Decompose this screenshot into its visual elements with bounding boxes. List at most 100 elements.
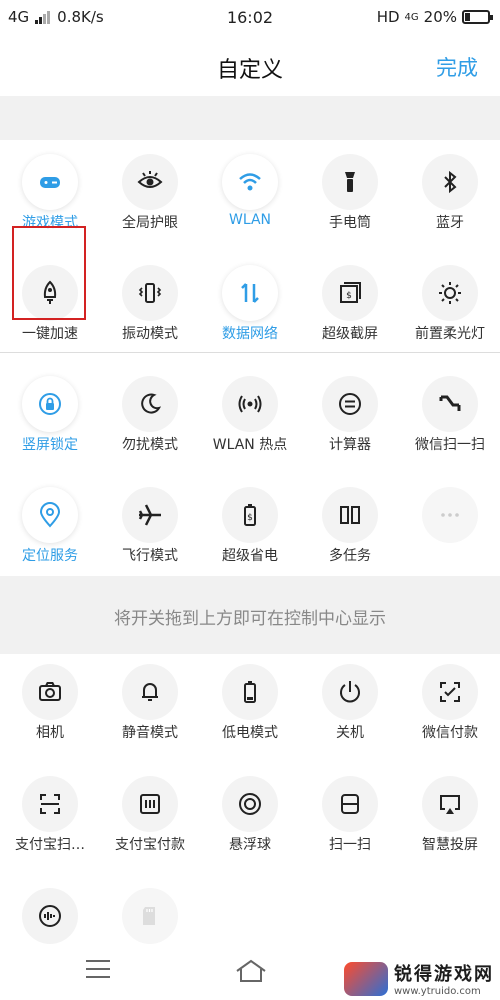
active-tile-multitask[interactable]: 多任务: [300, 477, 400, 588]
moon-icon: [141, 393, 162, 414]
active-tile-eye[interactable]: 全局护眼: [100, 144, 200, 255]
tile-label: 静音模式: [122, 725, 178, 741]
active-tile-battery-saver[interactable]: $ 超级省电: [200, 477, 300, 588]
sun-icon: [439, 282, 461, 304]
bluetooth-icon: [444, 170, 457, 194]
data-network-icon: [241, 283, 259, 303]
tile-circle: [322, 487, 378, 543]
voice-icon: [39, 905, 61, 927]
battery-icon: [462, 10, 493, 24]
float-ball-icon: [239, 793, 261, 815]
available-tile-alipay-scan[interactable]: 支付宝扫…: [0, 766, 100, 877]
active-tile-flashlight[interactable]: 手电筒: [300, 144, 400, 255]
tile-label: 扫一扫: [329, 837, 371, 853]
active-tile-wifi[interactable]: WLAN: [200, 144, 300, 255]
watermark-url: www.ytruido.com: [394, 986, 481, 997]
available-tile-power[interactable]: 关机: [300, 654, 400, 765]
gamepad-icon: [40, 177, 60, 188]
svg-text:$: $: [247, 513, 253, 523]
tile-circle: [122, 776, 178, 832]
active-tile-wechat-scan[interactable]: 微信扫一扫: [400, 366, 500, 477]
page-title: 自定义: [216, 58, 283, 83]
status-right: HD 4G 20%: [376, 8, 493, 26]
active-tile-location[interactable]: 定位服务: [0, 477, 100, 588]
customize-screen: 4G 0.8K/s 16:02 HD 4G 20% 自定义 完成 游戏模式 全局护…: [0, 0, 500, 1000]
calculator-icon: [339, 393, 361, 415]
tile-circle: [222, 776, 278, 832]
drag-hint-text: 将开关拖到上方即可在控制中心显示: [114, 609, 386, 629]
tile-circle: [222, 376, 278, 432]
tile-label: 蓝牙: [436, 215, 464, 231]
tile-label: 超级省电: [222, 548, 278, 564]
available-tile-cast[interactable]: 智慧投屏: [400, 766, 500, 877]
battery-percent: 20%: [423, 8, 457, 26]
wechat-scan-icon: [439, 395, 461, 411]
tile-circle: [322, 154, 378, 210]
tile-label: 振动模式: [122, 326, 178, 342]
eye-icon: [137, 171, 163, 188]
active-tile-hotspot[interactable]: WLAN 热点: [200, 366, 300, 477]
tile-label: 计算器: [329, 437, 371, 453]
active-tile-screenshot[interactable]: $ 超级截屏: [300, 255, 400, 366]
tile-label: 支付宝扫…: [15, 837, 85, 853]
tile-circle: [22, 487, 78, 543]
active-tile-calculator[interactable]: 计算器: [300, 366, 400, 477]
tile-label: 多任务: [329, 548, 371, 564]
available-tile-camera[interactable]: 相机: [0, 654, 100, 765]
menu-nav-icon[interactable]: [86, 960, 110, 980]
home-nav-icon[interactable]: [234, 958, 268, 984]
svg-text:$: $: [346, 291, 352, 301]
location-icon: [39, 502, 61, 528]
tile-circle: $: [222, 487, 278, 543]
tile-label: 智慧投屏: [422, 837, 478, 853]
sd-card-icon: [143, 907, 155, 925]
multitask-icon: [340, 506, 360, 524]
available-tile-wechat-pay[interactable]: 微信付款: [400, 654, 500, 765]
active-tile-rotation-lock[interactable]: 竖屏锁定: [0, 366, 100, 477]
active-tile-data-network[interactable]: 数据网络: [200, 255, 300, 366]
active-tiles-panel: 游戏模式 全局护眼 WLAN 手电筒 蓝牙 一键加速 振动模式 数据网络 $ 超级截屏 前置柔光灯竖…: [0, 140, 500, 576]
active-tile-airplane[interactable]: 飞行模式: [100, 477, 200, 588]
available-tile-scan[interactable]: 扫一扫: [300, 766, 400, 877]
available-tile-low-battery[interactable]: 低电模式: [200, 654, 300, 765]
vibrate-icon: [138, 283, 162, 303]
available-tile-float-ball[interactable]: 悬浮球: [200, 766, 300, 877]
cast-icon: [440, 795, 460, 814]
active-tile-vibrate[interactable]: 振动模式: [100, 255, 200, 366]
watermark: 锐得游戏网 www.ytruido.com: [344, 960, 494, 997]
available-tile-alipay-pay[interactable]: 支付宝付款: [100, 766, 200, 877]
tile-label: 全局护眼: [122, 215, 178, 231]
watermark-logo-icon: [344, 961, 388, 996]
available-tile-bell[interactable]: 静音模式: [100, 654, 200, 765]
active-tile-moon[interactable]: 勿扰模式: [100, 366, 200, 477]
rotation-lock-icon: [39, 393, 61, 415]
tile-label: WLAN: [228, 212, 271, 228]
tile-circle: [422, 376, 478, 432]
active-tile-bluetooth[interactable]: 蓝牙: [400, 144, 500, 255]
tile-circle: [122, 376, 178, 432]
tile-circle: [122, 265, 178, 321]
tile-label: 竖屏锁定: [22, 437, 78, 453]
status-bar: 4G 0.8K/s 16:02 HD 4G 20%: [0, 0, 500, 36]
wechat-pay-icon: [440, 682, 460, 702]
done-button[interactable]: 完成: [436, 52, 478, 82]
tile-label: 支付宝付款: [115, 837, 185, 853]
wifi-icon: [239, 173, 261, 191]
tile-circle: [22, 888, 78, 944]
power-icon: [340, 681, 360, 703]
tile-label: 手电筒: [329, 215, 371, 231]
tile-label: 一键加速: [22, 326, 78, 342]
tile-label: 低电模式: [222, 725, 278, 741]
tile-label: 定位服务: [22, 548, 78, 564]
battery-saver-icon: $: [244, 504, 256, 526]
watermark-name: 锐得游戏网: [394, 964, 494, 985]
more-icon: [441, 513, 459, 517]
active-tile-sun[interactable]: 前置柔光灯: [400, 255, 500, 366]
tile-label: 超级截屏: [322, 326, 378, 342]
low-battery-icon: [244, 681, 256, 703]
tile-circle: [122, 664, 178, 720]
tile-circle: [422, 664, 478, 720]
hd-indicator: HD: [376, 8, 400, 26]
flashlight-icon: [345, 172, 355, 192]
tile-circle: [22, 776, 78, 832]
